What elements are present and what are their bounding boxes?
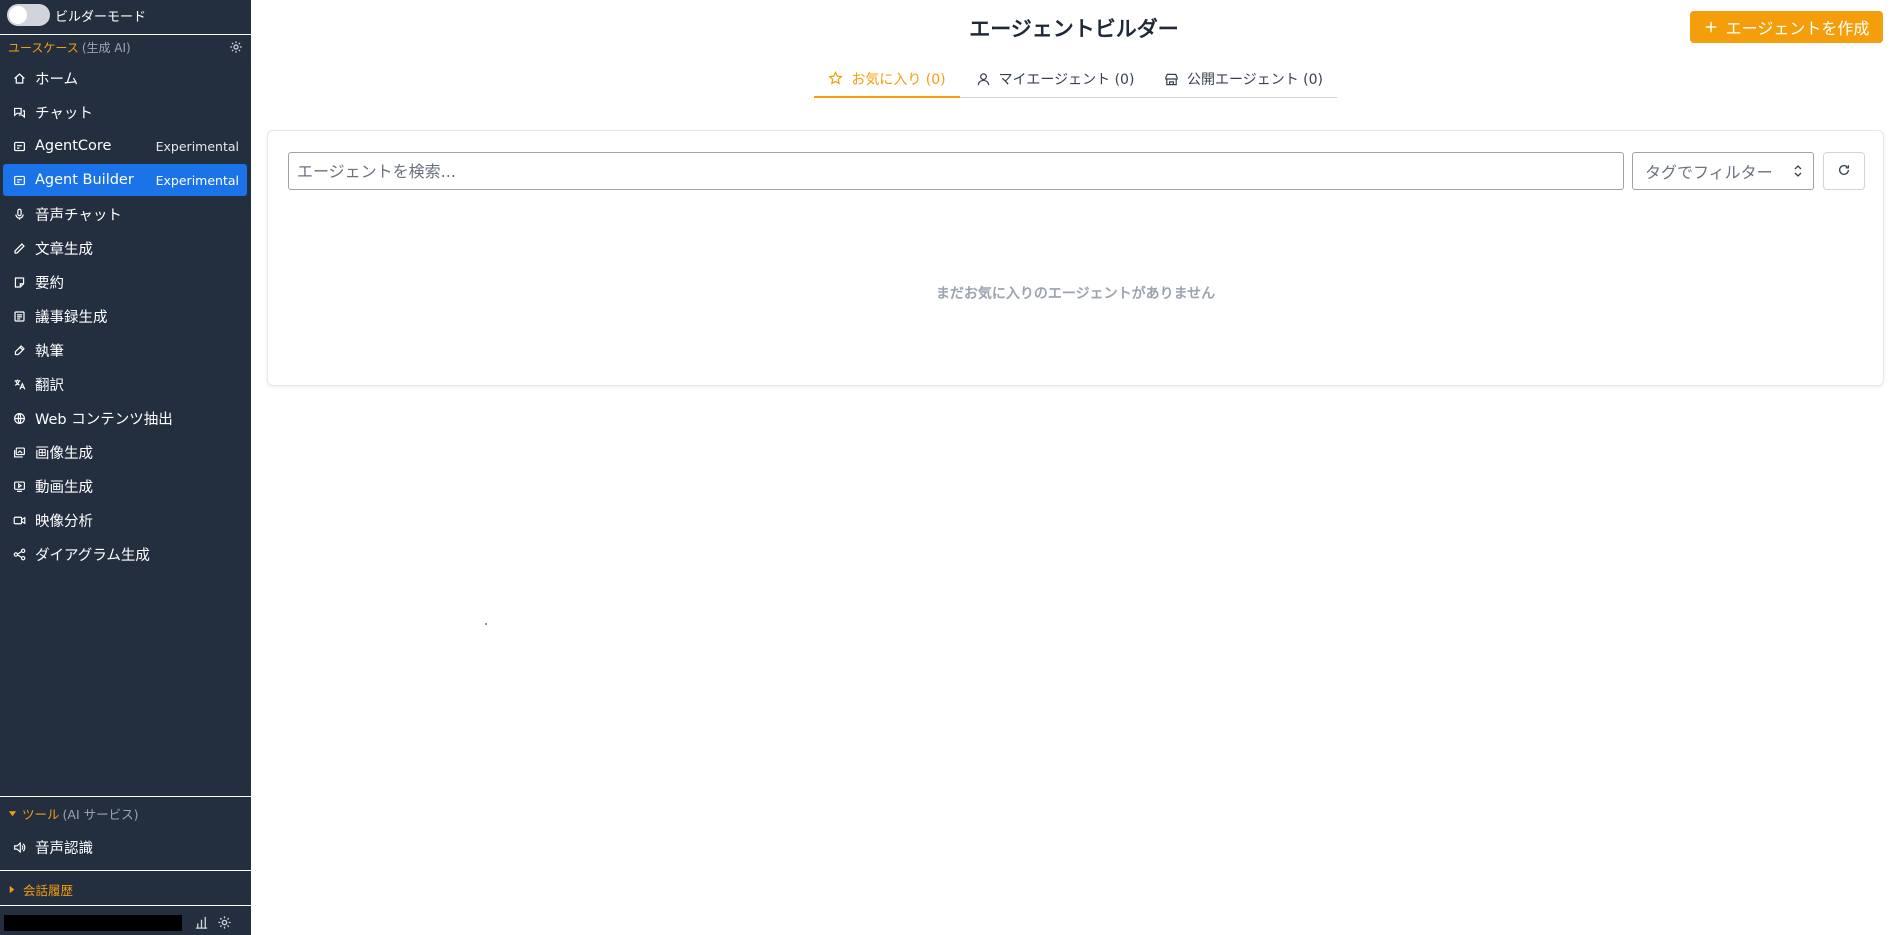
globe-icon <box>12 411 26 425</box>
sidebar-item-label: Agent Builder <box>35 172 134 188</box>
sidebar: ビルダーモード ユースケース (生成 AI) ホーム チャット AgentCor… <box>0 0 251 935</box>
sidebar-item-chat[interactable]: チャット <box>3 96 247 128</box>
camera-icon <box>12 513 26 527</box>
refresh-button[interactable] <box>1823 152 1865 190</box>
sidebar-item-label: AgentCore <box>35 138 112 154</box>
sidebar-item-agent-builder[interactable]: Agent Builder Experimental <box>3 164 247 196</box>
sidebar-divider <box>0 796 251 797</box>
sidebar-item-label: 音声認識 <box>35 840 93 857</box>
caret-right-icon <box>8 882 16 897</box>
builder-mode-label: ビルダーモード <box>55 9 147 25</box>
sidebar-divider <box>0 905 251 906</box>
usecases-header: ユースケース (生成 AI) <box>8 37 243 57</box>
plus-icon <box>1704 20 1718 34</box>
store-icon <box>1164 72 1179 87</box>
diagram-icon <box>12 547 26 561</box>
note-icon <box>12 275 26 289</box>
chevron-up-down-icon <box>1793 164 1803 178</box>
sidebar-item-label: 動画生成 <box>35 479 93 496</box>
user-icon <box>976 72 991 87</box>
star-icon <box>828 71 844 86</box>
create-agent-button[interactable]: エージェントを作成 <box>1690 11 1883 43</box>
stray-dot <box>485 623 487 625</box>
tag-filter-select[interactable]: タグでフィルター <box>1632 152 1814 190</box>
tools-section-toggle[interactable]: ツール (AI サービス) <box>8 804 138 822</box>
sidebar-item-label: 映像分析 <box>35 513 93 530</box>
settings-icon[interactable] <box>217 915 232 930</box>
sidebar-item-label: 要約 <box>35 275 64 292</box>
sidebar-item-label: 翻訳 <box>35 377 64 394</box>
redacted-username <box>4 914 182 931</box>
tag-filter-value: タグでフィルター <box>1645 163 1773 182</box>
tab-label: お気に入り (0) <box>851 71 946 88</box>
sidebar-item-agentcore[interactable]: AgentCore Experimental <box>3 130 247 162</box>
stats-icon[interactable] <box>194 915 209 930</box>
history-title: 会話履歴 <box>23 882 74 898</box>
builder-mode-switch[interactable] <box>7 4 50 26</box>
document-icon <box>12 309 26 323</box>
gear-icon[interactable] <box>229 40 243 54</box>
agent-icon <box>12 139 26 153</box>
sidebar-item-image-generation[interactable]: 画像生成 <box>3 436 247 468</box>
experimental-badge: Experimental <box>155 172 239 188</box>
tab-label: マイエージェント (0) <box>998 72 1135 88</box>
agent-icon <box>12 173 26 187</box>
usecases-subtitle: (生成 AI) <box>81 40 131 55</box>
experimental-badge: Experimental <box>155 138 239 154</box>
page-title: エージェントビルダー <box>969 17 1179 41</box>
agent-tabs: お気に入り (0) マイエージェント (0) 公開エージェント (0) <box>814 65 1337 98</box>
video-generate-icon <box>12 479 26 493</box>
sidebar-item-translate[interactable]: 翻訳 <box>3 368 247 400</box>
history-section-toggle[interactable]: 会話履歴 <box>8 880 73 898</box>
tab-public-agents[interactable]: 公開エージェント (0) <box>1150 65 1337 97</box>
chat-icon <box>12 105 26 119</box>
sidebar-item-web-extract[interactable]: Web コンテンツ抽出 <box>3 402 247 434</box>
sidebar-item-label: 画像生成 <box>35 445 93 462</box>
sidebar-item-label: 議事録生成 <box>35 309 108 326</box>
user-bar <box>0 910 251 935</box>
images-icon <box>12 445 26 459</box>
sidebar-item-writing[interactable]: 執筆 <box>3 334 247 366</box>
tab-favorites[interactable]: お気に入り (0) <box>814 65 960 98</box>
tools-subtitle: (AI サービス) <box>62 806 139 822</box>
pencil-icon <box>12 241 26 255</box>
sidebar-item-label: ダイアグラム生成 <box>35 547 150 564</box>
tab-my-agents[interactable]: マイエージェント (0) <box>960 65 1150 97</box>
sidebar-item-label: ホーム <box>35 71 79 88</box>
caret-down-icon <box>8 806 17 821</box>
sidebar-item-home[interactable]: ホーム <box>3 62 247 94</box>
sidebar-item-summary[interactable]: 要約 <box>3 266 247 298</box>
home-icon <box>12 71 26 85</box>
builder-mode-toggle: ビルダーモード <box>7 3 146 27</box>
sidebar-item-voice-chat[interactable]: 音声チャット <box>3 198 247 230</box>
sidebar-item-label: 執筆 <box>35 343 64 360</box>
sidebar-item-video-generation[interactable]: 動画生成 <box>3 470 247 502</box>
refresh-icon <box>1837 162 1851 181</box>
sidebar-item-diagram[interactable]: ダイアグラム生成 <box>3 538 247 570</box>
usecases-title: ユースケース <box>8 40 79 55</box>
sidebar-item-video-analysis[interactable]: 映像分析 <box>3 504 247 536</box>
sidebar-item-minutes[interactable]: 議事録生成 <box>3 300 247 332</box>
create-agent-label: エージェントを作成 <box>1725 19 1870 38</box>
pen-icon <box>12 343 26 357</box>
sidebar-divider <box>0 870 251 871</box>
tools-title: ツール <box>22 806 60 822</box>
sidebar-item-label: チャット <box>35 105 93 122</box>
translate-icon <box>12 377 26 391</box>
tab-label: 公開エージェント (0) <box>1186 72 1323 88</box>
speaker-icon <box>12 840 26 854</box>
sidebar-divider <box>0 34 251 35</box>
sidebar-item-label: 音声チャット <box>35 207 122 224</box>
sidebar-item-label: Web コンテンツ抽出 <box>35 411 173 428</box>
microphone-icon <box>12 207 26 221</box>
agent-list-card: タグでフィルター まだお気に入りのエージェントがありません <box>267 130 1884 386</box>
sidebar-item-label: 文章生成 <box>35 241 93 258</box>
sidebar-item-speech-recognition[interactable]: 音声認識 <box>3 831 247 863</box>
empty-state-message: まだお気に入りのエージェントがありません <box>935 286 1216 302</box>
search-input[interactable] <box>288 152 1624 190</box>
sidebar-item-text-generation[interactable]: 文章生成 <box>3 232 247 264</box>
